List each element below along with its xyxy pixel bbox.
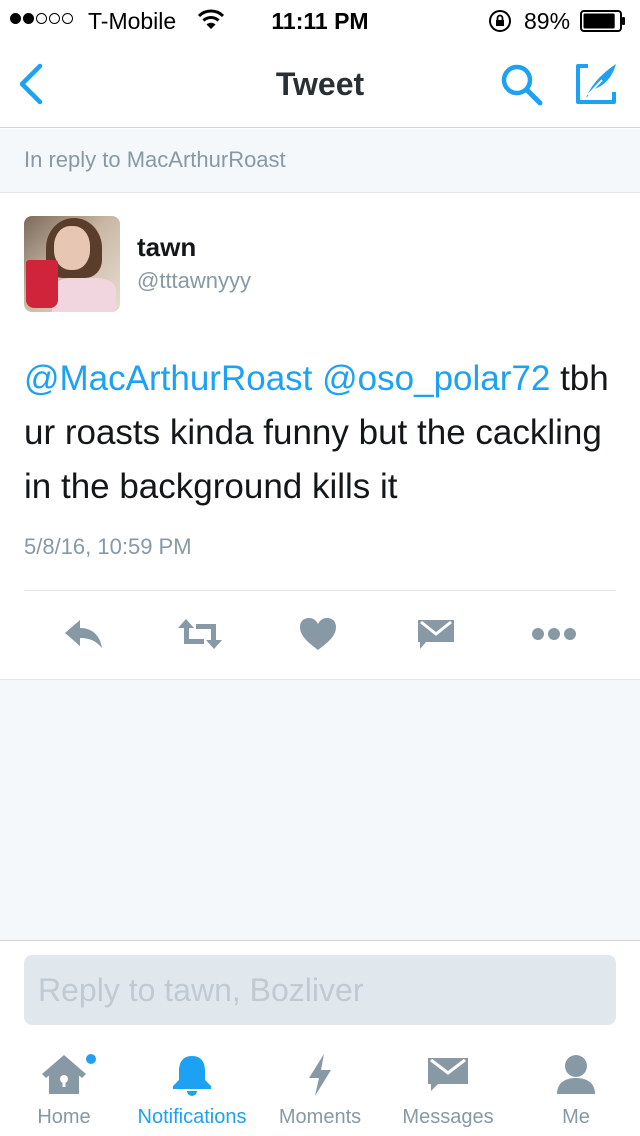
retweet-button[interactable] [176,616,224,652]
tweet-timestamp: 5/8/16, 10:59 PM [24,534,192,559]
search-button[interactable] [498,62,546,108]
mention-link[interactable]: @oso_polar72 [322,359,550,398]
rotation-lock-icon [489,10,511,32]
avatar[interactable] [24,216,120,312]
direct-message-icon [418,620,454,649]
tab-home[interactable]: Home [0,1036,128,1136]
in-reply-to-text: In reply to MacArthurRoast [24,147,286,172]
tab-messages[interactable]: Messages [384,1036,512,1136]
tab-label: Moments [278,1106,362,1128]
person-icon [557,1055,595,1094]
conversation-area [0,680,640,940]
battery-percent: 89% [524,8,571,34]
status-bar: T-Mobile 11:11 PM 89% [0,0,640,40]
lightning-icon [309,1054,331,1096]
mention-link[interactable]: @MacArthurRoast [24,359,312,398]
tab-me[interactable]: Me [512,1036,640,1136]
tweet-detail: tawn @tttawnyyy @MacArthurRoast @oso_pol… [0,194,640,680]
reply-composer [0,940,640,1036]
tab-bar: Home Notifications Moments Messages Me [0,1036,640,1136]
bell-icon [173,1056,211,1096]
tab-label: Notifications [137,1106,247,1128]
retweet-icon [178,619,222,649]
divider [24,590,616,591]
search-icon [501,64,543,106]
tab-label: Messages [402,1106,494,1128]
user-display-name[interactable]: tawn [137,232,196,263]
tab-moments[interactable]: Moments [256,1036,384,1136]
compose-tweet-button[interactable] [572,60,620,108]
reply-button[interactable] [62,616,106,652]
tab-label: Me [562,1106,590,1128]
tweet-text: @MacArthurRoast @oso_polar72 tbh ur roas… [24,352,624,514]
battery-icon [580,10,625,32]
like-icon [300,618,336,650]
compose-icon [576,64,616,104]
user-handle[interactable]: @tttawnyyy [137,268,251,294]
in-reply-to-banner[interactable]: In reply to MacArthurRoast [0,129,640,193]
nav-bar: Tweet [0,40,640,128]
more-icon [532,628,576,640]
direct-message-button[interactable] [416,616,456,652]
tab-notifications[interactable]: Notifications [128,1036,256,1136]
envelope-icon [428,1058,468,1091]
more-button[interactable] [530,616,578,652]
like-button[interactable] [298,616,338,652]
home-icon [42,1055,86,1094]
reply-icon [65,620,102,648]
reply-input[interactable] [24,955,616,1025]
tab-label: Home [37,1106,91,1128]
home-unread-dot [86,1054,96,1064]
